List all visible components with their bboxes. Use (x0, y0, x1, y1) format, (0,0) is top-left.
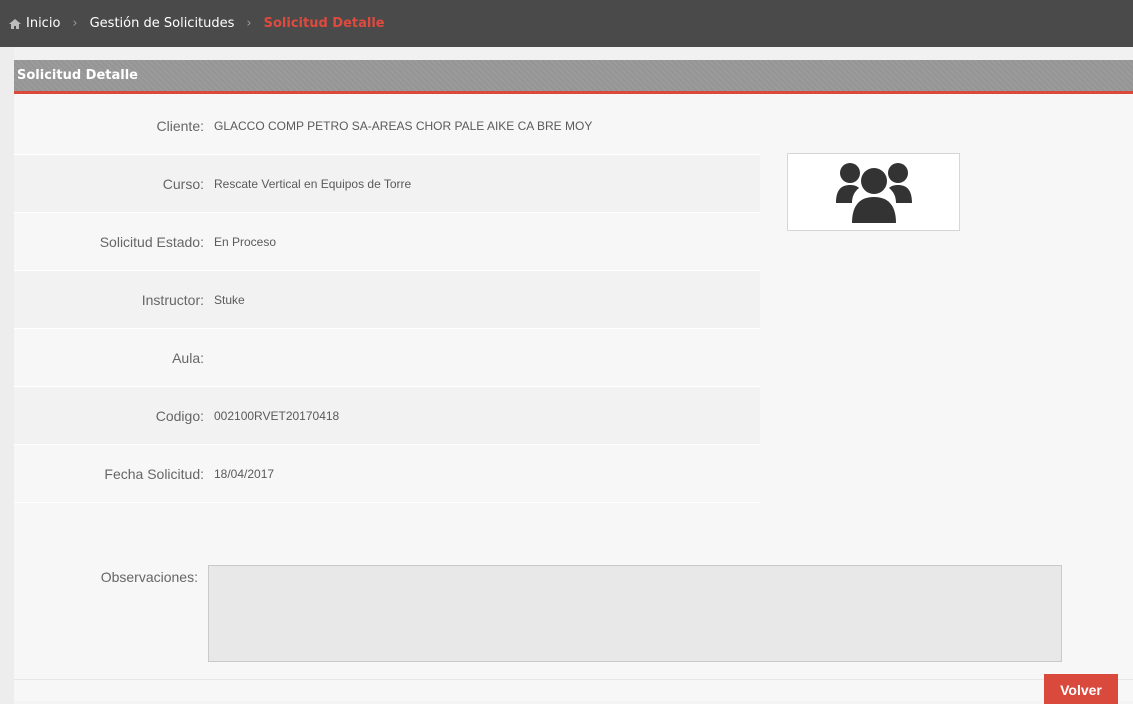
field-value: Rescate Vertical en Equipos de Torre (214, 176, 412, 191)
field-value: En Proceso (214, 234, 277, 249)
observaciones-textarea[interactable] (208, 565, 1062, 662)
field-label: Instructor: (141, 291, 204, 308)
field-label: Cliente: (156, 117, 204, 134)
field-row-instructor: Instructor: Stuke (14, 271, 760, 329)
field-row-aula: Aula: (14, 329, 760, 387)
breadcrumb-current: Solicitud Detalle (263, 16, 385, 31)
field-value: 002100RVET20170418 (214, 408, 340, 423)
field-row-cliente: Cliente: GLACCO COMP PETRO SA-AREAS CHOR… (14, 97, 760, 155)
breadcrumb-bar: Inicio › Gestión de Solicitudes › Solici… (0, 0, 1133, 47)
field-row-fecha: Fecha Solicitud: 18/04/2017 (14, 445, 760, 503)
breadcrumb: Inicio › Gestión de Solicitudes › Solici… (8, 16, 385, 31)
breadcrumb-separator: › (246, 16, 252, 31)
field-label: Codigo: (155, 407, 204, 424)
observaciones-label: Observaciones: (100, 569, 198, 585)
field-label: Fecha Solicitud: (104, 465, 204, 482)
field-value: GLACCO COMP PETRO SA-AREAS CHOR PALE AIK… (214, 118, 593, 133)
left-gutter (0, 47, 14, 704)
users-group-icon (835, 163, 912, 223)
breadcrumb-home-link[interactable]: Inicio (26, 16, 60, 31)
field-row-codigo: Codigo: 002100RVET20170418 (14, 387, 760, 445)
panel-title: Solicitud Detalle (14, 60, 1133, 94)
panel-body: Cliente: GLACCO COMP PETRO SA-AREAS CHOR… (14, 94, 1133, 704)
field-row-curso: Curso: Rescate Vertical en Equipos de To… (14, 155, 760, 213)
breadcrumb-separator: › (72, 16, 78, 31)
home-icon (9, 18, 21, 29)
back-button[interactable]: Volver (1044, 674, 1118, 704)
detail-panel: Solicitud Detalle Cliente: GLACCO COMP P… (14, 60, 1133, 704)
field-value: 18/04/2017 (214, 466, 275, 481)
field-label: Curso: (162, 175, 204, 192)
field-row-observaciones: Observaciones: (14, 549, 1133, 680)
field-label: Solicitud Estado: (99, 233, 204, 250)
avatar (787, 153, 960, 231)
field-label: Aula: (172, 349, 204, 366)
field-value: Stuke (214, 292, 245, 307)
breadcrumb-section-link[interactable]: Gestión de Solicitudes (90, 16, 235, 31)
field-row-estado: Solicitud Estado: En Proceso (14, 213, 760, 271)
